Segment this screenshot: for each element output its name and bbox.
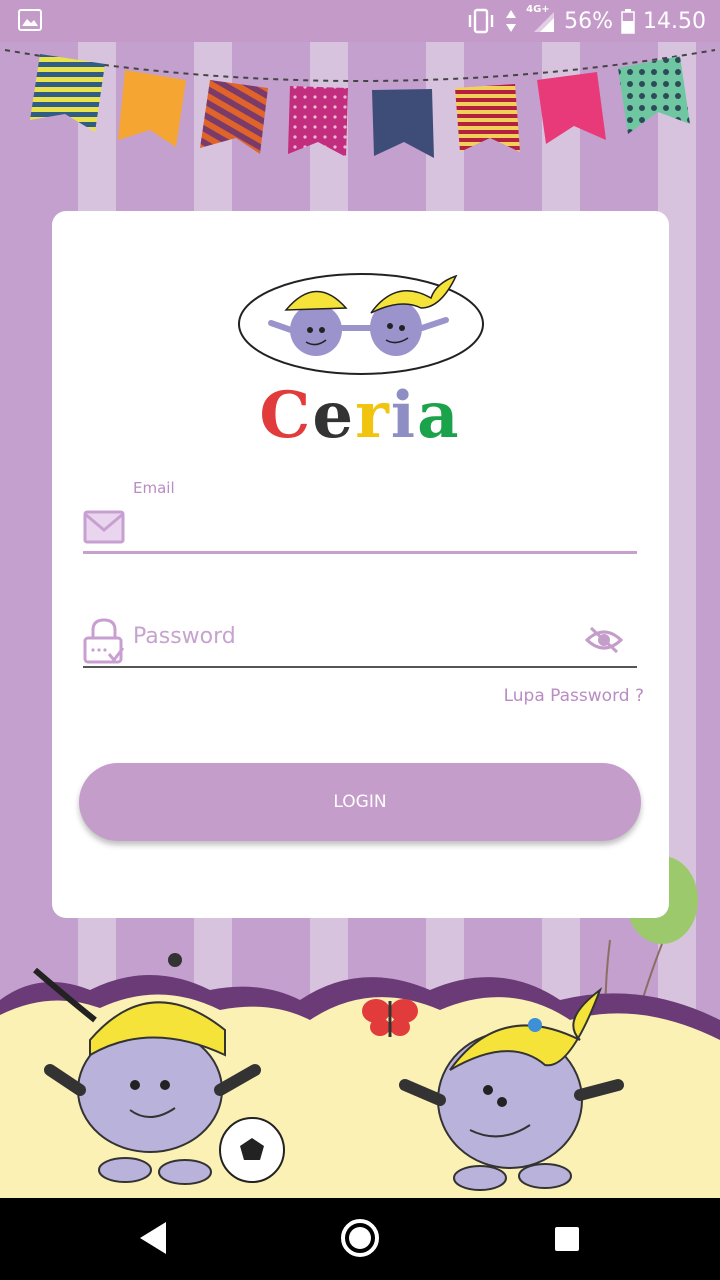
- battery-percent: 56%: [564, 8, 614, 34]
- battery-icon: [621, 9, 635, 34]
- brand-letter: r: [355, 378, 391, 453]
- brand-letter: e: [312, 378, 356, 453]
- status-bar: 4G+ 56% 14.50: [0, 0, 720, 42]
- recents-icon[interactable]: [554, 1226, 580, 1252]
- email-label: Email: [133, 479, 175, 497]
- forgot-password-link[interactable]: Lupa Password ?: [504, 686, 644, 706]
- password-placeholder[interactable]: Password: [133, 624, 236, 649]
- vibrate-icon: [468, 8, 494, 34]
- login-button[interactable]: LOGIN: [79, 763, 641, 841]
- bunting-flags: [4, 49, 716, 158]
- nav-bar: [0, 1198, 720, 1280]
- password-field[interactable]: Password: [83, 614, 637, 668]
- data-arrows-icon: [506, 10, 517, 32]
- gallery-icon: [18, 9, 42, 31]
- signal-icon: 4G+: [526, 4, 556, 34]
- back-icon[interactable]: [138, 1220, 168, 1256]
- brand-letter: C: [259, 378, 313, 453]
- brand-letter: i: [390, 378, 418, 453]
- email-field[interactable]: [83, 500, 637, 554]
- mail-icon: [83, 510, 125, 544]
- ceria-logo: [238, 273, 484, 375]
- email-input[interactable]: [133, 508, 623, 546]
- eye-off-icon[interactable]: [585, 624, 623, 656]
- home-icon[interactable]: [340, 1218, 380, 1258]
- lock-icon: [83, 618, 125, 664]
- brand-letter: a: [417, 378, 461, 453]
- clock: 14.50: [643, 8, 706, 34]
- brand-name: Ceria: [0, 378, 720, 453]
